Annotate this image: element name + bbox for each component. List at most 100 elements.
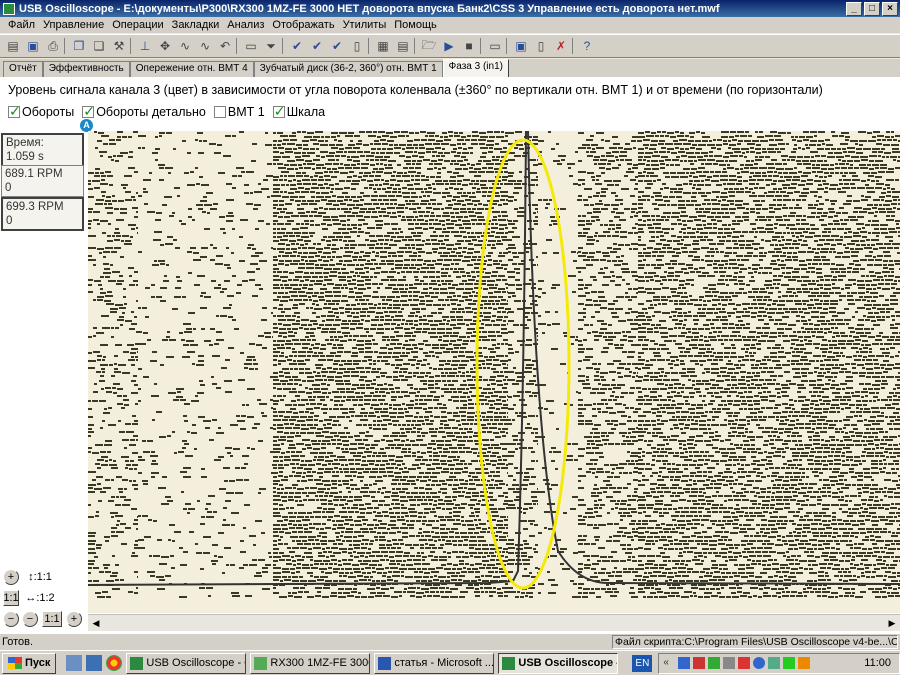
scroll-left-icon[interactable]: ◀ xyxy=(89,616,103,630)
checkbox-rpm-box[interactable] xyxy=(8,103,21,120)
heatmap-canvas[interactable] xyxy=(88,131,900,613)
chrome-icon[interactable] xyxy=(106,655,123,671)
document-icon[interactable]: ▯ xyxy=(532,37,550,55)
layers-icon[interactable]: ▤ xyxy=(394,37,412,55)
task-rx300[interactable]: RX300 1MZ-FE 3000... xyxy=(250,652,371,674)
menu-file[interactable]: Файл xyxy=(4,19,39,31)
rpm-value-2: 699.3 RPM xyxy=(6,201,64,213)
tray-security-icon[interactable] xyxy=(693,657,706,669)
rpm-readout-1: 689.1 RPM 0 xyxy=(1,165,84,197)
tool-icon[interactable]: ⚒ xyxy=(110,37,128,55)
task-usb-oscilloscope-2[interactable]: USB Oscilloscope - ... xyxy=(498,652,619,674)
ratio-button-1[interactable]: 1:1 xyxy=(3,590,19,606)
tray-orange-icon[interactable] xyxy=(798,657,811,669)
menu-operations[interactable]: Операции xyxy=(108,19,167,31)
scroll-right-icon[interactable]: ▶ xyxy=(885,616,899,630)
rpm-readout-2: 699.3 RPM 0 xyxy=(1,197,84,231)
rpm-sub-1: 0 xyxy=(5,182,12,194)
tab-phase3[interactable]: Фаза 3 (in1) xyxy=(442,59,509,77)
save-icon[interactable]: ▣ xyxy=(24,37,42,55)
phase-heatmap[interactable] xyxy=(88,131,900,613)
comment-icon[interactable]: ▭ xyxy=(242,37,260,55)
grid-icon[interactable]: ▦ xyxy=(374,37,392,55)
task-word[interactable]: статья - Microsoft ... xyxy=(374,652,495,674)
checkbox-rpm-detail-box[interactable] xyxy=(82,103,95,120)
save-disk-icon[interactable] xyxy=(86,655,103,671)
chart-caption: Уровень сигнала канала 3 (цвет) в зависи… xyxy=(8,83,823,97)
script-file-status: Файл скрипта:C:\Program Files\USB Oscill… xyxy=(612,635,898,649)
hscale-label: ↔:1:2 xyxy=(25,592,55,604)
start-button[interactable]: Пуск xyxy=(2,652,57,674)
tab-strip: Отчёт Эффективность Опережение отн. ВМТ … xyxy=(0,59,900,77)
checkbox-scale-box[interactable] xyxy=(272,103,285,120)
tray-device-icon[interactable] xyxy=(723,657,736,669)
stop-icon[interactable]: ■ xyxy=(460,37,478,55)
checkbox-rpm-detail[interactable]: Обороты детально xyxy=(82,103,206,120)
clock: 11:00 xyxy=(864,657,891,669)
minimize-button[interactable]: _ xyxy=(846,1,862,16)
checkbox-scale[interactable]: Шкала xyxy=(272,103,326,120)
tab-toothed-disk[interactable]: Зубчатый диск (36-2, 360°) отн. ВМТ 1 xyxy=(253,61,443,77)
tray-expand-icon[interactable]: « xyxy=(663,657,675,669)
tray-app-icon[interactable] xyxy=(768,657,781,669)
task-usb-oscilloscope-1[interactable]: USB Oscilloscope - C... xyxy=(126,652,247,674)
tray-antivirus-icon[interactable] xyxy=(738,657,751,669)
cancel-icon[interactable]: ✗ xyxy=(552,37,570,55)
desktop-icon[interactable] xyxy=(66,655,83,671)
zoom-out-icon[interactable]: − xyxy=(3,611,19,627)
play-icon[interactable]: ▶ xyxy=(440,37,458,55)
app-icon xyxy=(3,2,15,15)
page-icon[interactable]: ▯ xyxy=(348,37,366,55)
tray-network-icon[interactable] xyxy=(678,657,691,669)
tab-report[interactable]: Отчёт xyxy=(3,61,43,77)
monitor-icon[interactable]: ▭ xyxy=(486,37,504,55)
menu-control[interactable]: Управление xyxy=(39,19,108,31)
checkbox-tdc1-box[interactable] xyxy=(213,106,226,118)
horizontal-scrollbar[interactable]: ◀ ▶ xyxy=(88,614,900,631)
rpm-sub-2: 0 xyxy=(6,215,13,227)
zoom-in-h-icon[interactable]: + xyxy=(66,611,82,627)
tray-green-icon[interactable] xyxy=(783,657,796,669)
ratio-button-2[interactable]: 1:1 xyxy=(42,611,62,627)
zoom-out-h-icon[interactable]: − xyxy=(22,611,38,627)
menu-bar: Файл Управление Операции Закладки Анализ… xyxy=(0,17,900,33)
screenshot-icon[interactable]: ▣ xyxy=(512,37,530,55)
checkbox-tdc1[interactable]: ВМТ 1 xyxy=(213,105,265,119)
menu-help[interactable]: Помощь xyxy=(390,19,441,31)
copy-icon[interactable]: ❐ xyxy=(70,37,88,55)
word-icon xyxy=(378,656,392,670)
menu-utilities[interactable]: Утилиты xyxy=(339,19,391,31)
undo-icon[interactable]: ↶ xyxy=(216,37,234,55)
tab-efficiency[interactable]: Эффективность xyxy=(42,61,130,77)
check-icon[interactable]: ✔ xyxy=(288,37,306,55)
wave-dropdown-icon[interactable]: ∿ xyxy=(176,37,194,55)
maximize-button[interactable]: □ xyxy=(864,1,880,16)
checkbox-rpm[interactable]: Обороты xyxy=(8,103,74,120)
tab-advance[interactable]: Опережение отн. ВМТ 4 xyxy=(129,61,254,77)
filter-icon[interactable]: ⏷ xyxy=(262,37,280,55)
menu-bookmarks[interactable]: Закладки xyxy=(168,19,224,31)
tray-update-icon[interactable] xyxy=(708,657,721,669)
menu-analysis[interactable]: Анализ xyxy=(223,19,268,31)
cursor-icon[interactable]: ✥ xyxy=(156,37,174,55)
wave2-dropdown-icon[interactable]: ∿ xyxy=(196,37,214,55)
close-button[interactable]: × xyxy=(882,1,898,16)
time-readout: Время: 1.059 s xyxy=(1,133,84,167)
task-label: статья - Microsoft ... xyxy=(394,657,495,669)
help-icon[interactable]: ? xyxy=(578,37,596,55)
menu-view[interactable]: Отображать xyxy=(268,19,338,31)
language-indicator[interactable]: EN xyxy=(632,654,653,672)
bluetooth-icon[interactable] xyxy=(753,657,766,669)
folder-open-icon[interactable]: 🗁 xyxy=(420,37,438,55)
toolbar-separator xyxy=(506,38,510,54)
open-folder-icon[interactable]: ▤ xyxy=(4,37,22,55)
check-double-icon[interactable]: ✔ xyxy=(328,37,346,55)
paste-icon[interactable]: ❏ xyxy=(90,37,108,55)
toolbar-separator xyxy=(572,38,576,54)
toolbar: ▤ ▣ ⎙ ❐ ❏ ⚒ ⊥ ✥ ∿ ∿ ↶ ▭ ⏷ ✔ ✔ ✔ ▯ ▦ ▤ 🗁 … xyxy=(0,34,900,58)
marker-icon[interactable]: ⊥ xyxy=(136,37,154,55)
checkbox-scale-label: Шкала xyxy=(286,105,326,119)
check-all-icon[interactable]: ✔ xyxy=(308,37,326,55)
print-icon[interactable]: ⎙ xyxy=(44,37,62,55)
zoom-in-v-icon[interactable]: + xyxy=(3,569,19,585)
